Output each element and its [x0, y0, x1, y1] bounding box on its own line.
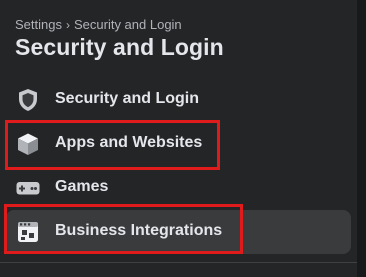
- sidebar-item-label: Security and Login: [55, 90, 200, 107]
- breadcrumb-separator: ›: [65, 18, 70, 32]
- page-title: Security and Login: [15, 34, 224, 60]
- business-integrations-icon: [15, 220, 41, 244]
- sidebar-item-label: Games: [55, 178, 109, 195]
- sidebar-item-label: Business Integrations: [55, 222, 223, 239]
- sidebar-item-apps-and-websites[interactable]: Apps and Websites: [6, 122, 351, 166]
- scrollbar[interactable]: [357, 0, 366, 277]
- sidebar-item-security-and-login[interactable]: Security and Login: [6, 78, 351, 122]
- gamepad-icon: [15, 176, 41, 200]
- sidebar-item-business-integrations[interactable]: Business Integrations: [6, 210, 351, 254]
- shield-icon: [15, 88, 41, 112]
- cube-icon: [15, 132, 41, 156]
- settings-panel: Settings › Security and Login Security and…: [0, 0, 357, 277]
- breadcrumb-settings-link[interactable]: Settings: [15, 17, 62, 32]
- breadcrumb-current: Security and Login: [73, 17, 182, 32]
- sidebar-item-label: Apps and Websites: [55, 134, 203, 151]
- divider: [0, 262, 357, 263]
- sidebar-item-games[interactable]: Games: [6, 166, 351, 210]
- breadcrumb: Settings › Security and Login: [15, 17, 182, 32]
